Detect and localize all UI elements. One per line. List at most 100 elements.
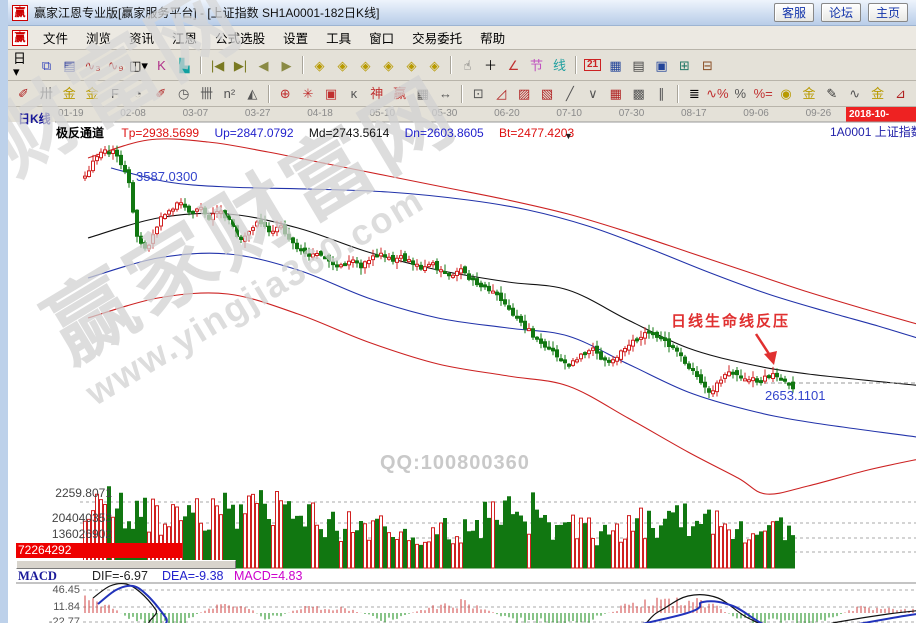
minute9-chart-icon[interactable]: ∿₉: [104, 55, 127, 76]
ruler-grid-icon[interactable]: 卌: [195, 83, 218, 104]
prev-icon[interactable]: ◀: [252, 55, 275, 76]
draw-pencil-icon[interactable]: ✐: [12, 83, 35, 104]
pattern-box-icon[interactable]: ▨: [513, 83, 536, 104]
zoom-out-diamond-icon[interactable]: ◈: [423, 55, 446, 76]
menu-item-1[interactable]: 浏览: [77, 25, 120, 50]
gold-ratio-icon-glyph: 金: [63, 87, 76, 100]
line-tool-icon[interactable]: 线: [548, 55, 571, 76]
titlebar-button-service[interactable]: 客服: [774, 3, 814, 22]
menu-item-5[interactable]: 设置: [274, 25, 317, 50]
menu-item-2[interactable]: 资讯: [120, 25, 163, 50]
rect-tool-icon-glyph: ⊡: [473, 87, 484, 100]
angle-measure-icon[interactable]: ∠: [502, 55, 525, 76]
indicator-name[interactable]: 极反通道: [56, 126, 104, 140]
chevron-down-icon[interactable]: ▼: [564, 131, 573, 141]
minute3-chart-icon[interactable]: ∿₃: [81, 55, 104, 76]
hand-drag-icon[interactable]: ☝: [456, 55, 479, 76]
stats-bars-icon[interactable]: ≣: [683, 83, 706, 104]
menu-item-6[interactable]: 工具: [317, 25, 360, 50]
window-tile-icon[interactable]: ⧉: [35, 55, 58, 76]
window-title: 赢家江恩专业版[赢家服务平台] - [上证指数 SH1A0001-182日K线]: [34, 4, 379, 21]
prev-icon-glyph: ◀: [259, 59, 269, 72]
grid-red-icon[interactable]: ▦: [604, 83, 627, 104]
menu-item-7[interactable]: 窗口: [360, 25, 403, 50]
brush-bars-icon[interactable]: ✎: [820, 83, 843, 104]
toolbar-separator: [575, 56, 577, 74]
toolbar-separator: [268, 85, 270, 103]
candle-style-dropdown[interactable]: ◫▾: [127, 55, 150, 76]
pattern-box2-icon[interactable]: ▧: [536, 83, 559, 104]
info-list-icon[interactable]: ▤: [58, 55, 81, 76]
order-transfer-icon[interactable]: ⊟: [696, 55, 719, 76]
kline-color-icon[interactable]: K: [150, 55, 173, 76]
notepad-icon[interactable]: ▤: [627, 55, 650, 76]
zoom-in-diamond-icon[interactable]: ◈: [400, 55, 423, 76]
gold-ratio2-icon[interactable]: 金: [81, 83, 104, 104]
grid-dark-icon[interactable]: ▩: [627, 83, 650, 104]
gold-under-icon[interactable]: 金: [866, 83, 889, 104]
multi-color-chart-icon[interactable]: ▙: [173, 55, 196, 76]
screenshot-icon[interactable]: ⊞: [673, 55, 696, 76]
n2-cycle-icon-glyph: n²: [224, 87, 236, 100]
zoom-right-diamond-icon[interactable]: ◈: [331, 55, 354, 76]
period-day-dropdown[interactable]: 日 ▾: [12, 55, 35, 76]
gold-ratio-icon[interactable]: 金: [58, 83, 81, 104]
shen-tool-icon[interactable]: 神: [365, 83, 388, 104]
menu-item-4[interactable]: 公式选股: [206, 25, 274, 50]
calendar-21-icon[interactable]: 21: [581, 55, 604, 76]
k-mark-icon-glyph: ĸ: [351, 87, 358, 100]
width-measure-icon[interactable]: ↔: [434, 83, 457, 104]
gann-grid-icon[interactable]: 卅: [35, 83, 58, 104]
ying-tool-icon[interactable]: 赢: [388, 83, 411, 104]
percent-line-icon[interactable]: %=: [752, 83, 775, 104]
rect-tool-icon[interactable]: ⊡: [467, 83, 490, 104]
j-angle-icon[interactable]: ⊿: [889, 83, 912, 104]
k-mark-icon[interactable]: ĸ: [342, 83, 365, 104]
macd-label[interactable]: MACD: [18, 569, 57, 584]
fibo-f-icon[interactable]: F: [104, 83, 127, 104]
save-icon[interactable]: ▣: [650, 55, 673, 76]
festival-tool-icon[interactable]: 节: [525, 55, 548, 76]
crosshair-icon[interactable]: ＋: [479, 55, 502, 76]
calendar-21-icon-glyph: 21: [584, 59, 601, 71]
ying-tool-icon-glyph: 赢: [393, 87, 406, 100]
ruler-grid-icon-glyph: 卌: [200, 87, 213, 100]
menu-item-3[interactable]: 江恩: [163, 25, 206, 50]
gann-clock-icon[interactable]: ◷: [172, 83, 195, 104]
menu-item-8[interactable]: 交易委托: [403, 25, 471, 50]
fan-lines-icon[interactable]: ◿: [490, 83, 513, 104]
slash-lines-icon[interactable]: ∥: [650, 83, 673, 104]
gold-circle-icon[interactable]: ◉: [775, 83, 798, 104]
brush-bars-icon-glyph: ✎: [826, 87, 837, 100]
menu-item-9[interactable]: 帮助: [471, 25, 514, 50]
titlebar-button-forum[interactable]: 论坛: [821, 3, 861, 22]
gold-under-icon-glyph: 金: [871, 87, 884, 100]
first-page-icon[interactable]: |◀: [206, 55, 229, 76]
spiral-icon[interactable]: ◔: [126, 83, 149, 104]
calculator-icon[interactable]: ▦: [604, 55, 627, 76]
target3-icon[interactable]: ▣: [320, 83, 343, 104]
percent-icon[interactable]: %: [729, 83, 752, 104]
count-grid-icon[interactable]: ▦: [411, 83, 434, 104]
target2-icon[interactable]: ✳: [297, 83, 320, 104]
draw-pencil2-icon[interactable]: ✐: [149, 83, 172, 104]
compass-icon[interactable]: ◭: [241, 83, 264, 104]
zoom-v-diamond-icon[interactable]: ◈: [377, 55, 400, 76]
percent-wave-icon[interactable]: ∿%: [706, 83, 729, 104]
target1-icon[interactable]: ⊕: [274, 83, 297, 104]
menu-item-0[interactable]: 文件: [34, 25, 77, 50]
macd-dif-value: DIF=-6.97: [92, 569, 148, 583]
last-page-icon[interactable]: ▶|: [229, 55, 252, 76]
gold-lines-icon[interactable]: 金: [798, 83, 821, 104]
next-icon[interactable]: ▶: [275, 55, 298, 76]
wave-tool-icon[interactable]: ∿: [843, 83, 866, 104]
speed-line-icon[interactable]: ╱: [558, 83, 581, 104]
horizontal-scrollbar-thumb[interactable]: [16, 560, 236, 569]
zoom-left-diamond-icon[interactable]: ◈: [308, 55, 331, 76]
gann-clock-icon-glyph: ◷: [178, 87, 189, 100]
zoom-h-diamond-icon[interactable]: ◈: [354, 55, 377, 76]
v-line-icon[interactable]: ∨: [581, 83, 604, 104]
gold-circle-icon-glyph: ◉: [780, 87, 791, 100]
titlebar-button-home[interactable]: 主页: [868, 3, 908, 22]
n2-cycle-icon[interactable]: n²: [218, 83, 241, 104]
